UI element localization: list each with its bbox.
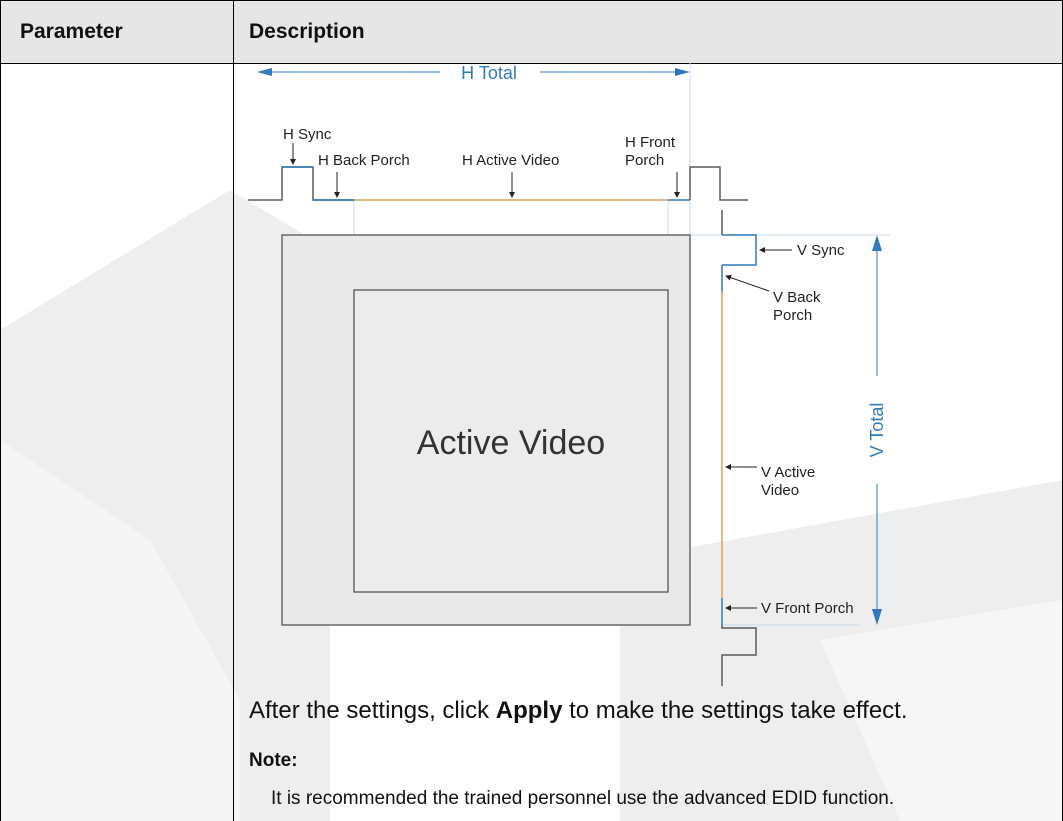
v-total-dimension: V Total [867, 235, 887, 625]
apply-instruction: After the settings, click Apply to make … [249, 697, 908, 725]
h-total-label: H Total [461, 63, 517, 83]
v-front-porch-label: V Front Porch [761, 600, 854, 617]
arrow-up-icon [872, 235, 882, 251]
h-front-porch-label-1: H Front [625, 134, 676, 151]
note-label: Note: [249, 750, 298, 771]
arrow-right-icon [675, 68, 690, 76]
apply-text-before: After the settings, click [249, 697, 496, 724]
h-active-video-label: H Active Video [462, 152, 559, 169]
apply-text-after: to make the settings take effect. [562, 697, 908, 724]
v-sync-waveform [721, 210, 757, 686]
h-total-dimension: H Total [257, 63, 690, 83]
note-text: It is recommended the trained personnel … [271, 788, 895, 809]
v-back-porch-label-1: V Back [773, 289, 821, 306]
v-total-label: V Total [867, 403, 887, 458]
h-sync-label: H Sync [283, 126, 332, 143]
arrow-down-icon [872, 609, 882, 625]
h-back-porch-label: H Back Porch [318, 152, 410, 169]
v-active-video-label-1: V Active [761, 464, 815, 481]
v-active-video-label-2: Video [761, 482, 799, 499]
v-sync-label: V Sync [797, 242, 845, 259]
h-sync-waveform [248, 166, 748, 201]
v-back-porch-label-2: Porch [773, 307, 812, 324]
arrow-left-icon [257, 68, 272, 76]
apply-keyword: Apply [495, 697, 563, 724]
active-video-label: Active Video [417, 424, 605, 462]
h-front-porch-label-2: Porch [625, 152, 664, 169]
